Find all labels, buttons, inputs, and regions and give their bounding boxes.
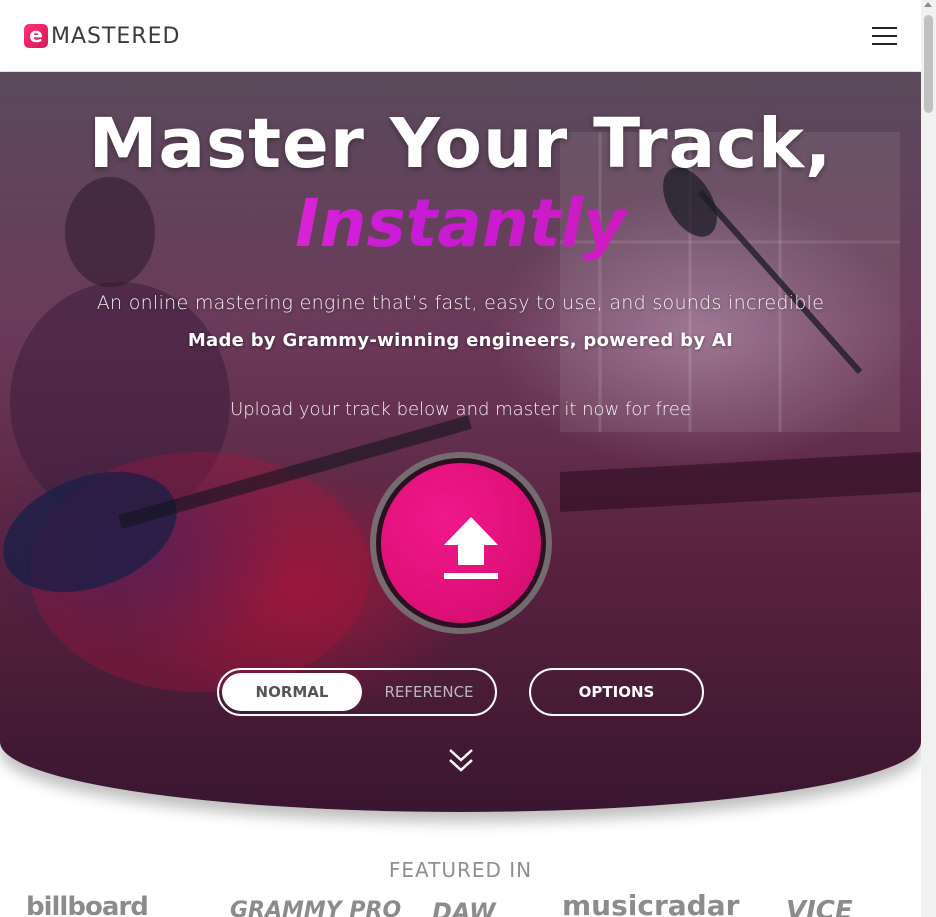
upload-button-face[interactable] bbox=[381, 463, 541, 623]
upload-icon bbox=[444, 517, 498, 579]
vice-logo: VICE bbox=[786, 896, 853, 917]
press-logos: billboard GRAMMY PRO DAW musicradar VICE bbox=[0, 894, 921, 917]
upload-prompt: Upload your track below and master it no… bbox=[230, 399, 691, 420]
page-scrollbar[interactable] bbox=[921, 0, 936, 917]
mode-normal-button[interactable]: NORMAL bbox=[222, 673, 362, 711]
grammy-pro-logo: GRAMMY PRO bbox=[230, 898, 402, 917]
featured-in-heading: FEATURED IN bbox=[388, 858, 533, 882]
options-button[interactable]: OPTIONS bbox=[529, 668, 704, 716]
hero-title: Master Your Track, bbox=[88, 104, 833, 184]
mode-reference-button[interactable]: REFERENCE bbox=[369, 673, 489, 711]
musicradar-logo: musicradar bbox=[562, 894, 740, 917]
menu-icon[interactable] bbox=[872, 27, 898, 45]
hero-highlight: Instantly bbox=[0, 186, 921, 262]
hero-section: Master Your Track, Instantly An online m… bbox=[0, 72, 921, 812]
upload-button[interactable] bbox=[370, 452, 552, 634]
daw-logo: DAW bbox=[432, 898, 496, 917]
billboard-logo: billboard bbox=[26, 894, 149, 917]
hero-tagline: Made by Grammy-winning engineers, powere… bbox=[187, 330, 734, 351]
scrollbar-thumb[interactable] bbox=[924, 15, 933, 113]
site-header: e MASTERED bbox=[0, 0, 921, 72]
hero-subtitle: An online mastering engine that’s fast, … bbox=[96, 292, 825, 314]
logo-text: MASTERED bbox=[51, 23, 181, 49]
logo-mark: e bbox=[24, 24, 48, 48]
chevron-down-icon[interactable] bbox=[447, 748, 475, 774]
logo[interactable]: e MASTERED bbox=[24, 23, 180, 49]
mastering-mode-toggle: NORMAL REFERENCE bbox=[217, 668, 497, 716]
scroll-up-arrow-icon[interactable] bbox=[924, 2, 932, 7]
